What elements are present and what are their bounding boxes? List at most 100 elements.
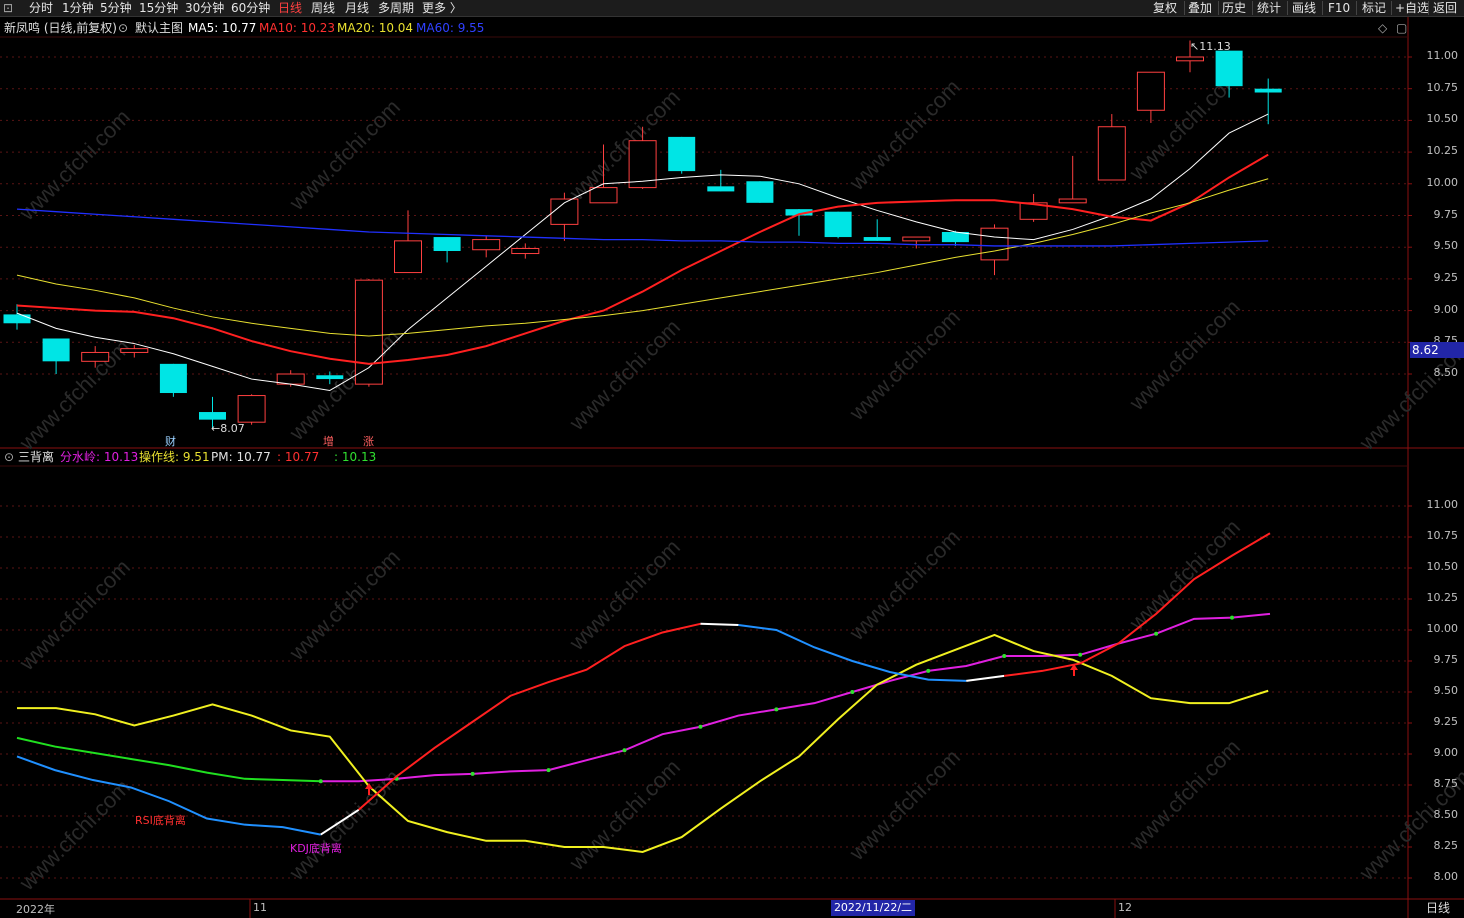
main-axis-tick-label: 10.50: [1426, 112, 1459, 126]
candle-down: [707, 186, 735, 192]
candle-up: [120, 348, 149, 353]
fenshuiling-dot: [850, 690, 855, 694]
candle-up: [237, 395, 266, 423]
sub-axis-tick-label: 9.50: [1433, 684, 1459, 697]
sub-axis-tick-label: 9.75: [1433, 653, 1459, 666]
template-dropdown-icon[interactable]: ⊙: [118, 20, 128, 36]
candle-down: [316, 375, 344, 380]
main-axis-tick-label: 9.50: [1433, 239, 1459, 253]
fenshuiling-dot: [470, 771, 475, 776]
sub-axis-tick-label: 8.75: [1433, 777, 1459, 790]
candle-up: [394, 240, 422, 274]
watermark-text: www.cfchi.com: [14, 104, 135, 225]
fenshuiling-dot: [1154, 631, 1159, 636]
fenshuiling-dot: [926, 668, 931, 673]
low-marker: ←8.07: [211, 422, 245, 435]
ma60-label: MA60: 9.55: [416, 21, 485, 35]
candle-down: [433, 237, 461, 252]
watermark-text: www.cfchi.com: [564, 314, 685, 435]
candle-down: [668, 136, 696, 172]
fenshuiling-dot: [546, 768, 551, 773]
watermark-text: www.cfchi.com: [844, 74, 965, 195]
fenshuiling-dot: [774, 707, 779, 712]
watermark-text: www.cfchi.com: [14, 554, 135, 675]
pm2-label: : 10.77: [277, 450, 320, 464]
sub-axis-tick-label: 8.25: [1433, 839, 1459, 852]
kdj-divergence-label: KDJ底背离: [290, 842, 342, 855]
watermark-text: www.cfchi.com: [284, 764, 405, 885]
watermark-text: www.cfchi.com: [844, 744, 965, 865]
candle-up: [472, 239, 501, 251]
collapse-icon[interactable]: ⊙: [4, 449, 14, 465]
sub-axis-tick-label: 8.50: [1433, 808, 1459, 821]
candle-up: [589, 187, 618, 204]
sub-axis-tick-label: 10.50: [1426, 560, 1459, 573]
ma5-label: MA5: 10.77: [188, 21, 257, 35]
candle-up: [1176, 56, 1204, 62]
candle-up: [81, 351, 110, 362]
main-legend: 新凤鸣 (日线,前复权) ⊙ 默认主图 MA5: 10.77 MA10: 10.…: [4, 20, 524, 36]
watermark-text: www.cfchi.com: [284, 94, 405, 215]
candle-up: [354, 279, 383, 385]
main-axis-tick-label: 8.50: [1433, 366, 1459, 379]
candle-down: [159, 363, 187, 394]
event-tag-zhang[interactable]: 涨: [363, 433, 374, 449]
candle-up: [1058, 198, 1087, 204]
sub-axis-tick-label: 10.25: [1426, 591, 1459, 604]
fenshuiling-dot: [698, 724, 703, 729]
candle-down: [1254, 88, 1282, 93]
diamond-icon[interactable]: ◇: [1378, 21, 1387, 35]
candle-down: [199, 412, 226, 420]
fenshuiling-dot: [318, 779, 323, 784]
watermark-text: www.cfchi.com: [844, 524, 965, 645]
template-name[interactable]: 默认主图: [135, 20, 183, 36]
indicator-name[interactable]: 三背离: [18, 449, 54, 465]
candle-down: [746, 181, 774, 203]
event-tag-cai[interactable]: 财: [165, 433, 176, 449]
ma60-line: [16, 208, 1269, 247]
fenshuiling-line-green: [16, 736, 321, 783]
candle-down: [863, 237, 891, 241]
period-indicator[interactable]: 日线: [1413, 900, 1463, 917]
main-axis-tick-label: 9.75: [1433, 207, 1459, 221]
main-axis-tick-label: 10.00: [1426, 175, 1459, 189]
watermark-text: www.cfchi.com: [1124, 294, 1245, 415]
fenshuiling-dot: [1078, 652, 1083, 657]
candle-up: [1097, 126, 1126, 181]
sub-axis-tick-label: 10.00: [1426, 622, 1459, 635]
watermark-text: www.cfchi.com: [564, 534, 685, 655]
candle-down: [1215, 50, 1243, 87]
main-axis-tick-label: 10.75: [1426, 80, 1459, 94]
watermark-text: www.cfchi.com: [14, 774, 135, 895]
watermark-text: www.cfchi.com: [284, 544, 405, 665]
high-marker: ↖11.13: [1190, 40, 1231, 53]
x-label-nov: 11: [253, 901, 267, 914]
sub-axis-tick-label: 11.00: [1426, 498, 1459, 511]
pm-line: [700, 622, 739, 627]
x-label-year: 2022年: [16, 903, 55, 916]
candle-up: [980, 227, 1009, 261]
pm-label: PM: 10.77: [211, 450, 271, 464]
sub-axis-tick-label: 10.75: [1426, 529, 1459, 542]
x-label-dec: 12: [1118, 901, 1132, 914]
fenshuiling-dot: [1002, 654, 1007, 659]
cursor-date-tag: 2022/11/22/二: [831, 900, 915, 916]
main-axis-tick-label: 9.25: [1433, 270, 1459, 284]
pm-line: [966, 674, 1005, 682]
main-axis-tick-label: 9.00: [1433, 302, 1459, 316]
sub-axis-tick-label: 9.25: [1433, 715, 1459, 728]
fenshuiling-dot: [1230, 615, 1235, 620]
rsi-divergence-label: RSI底背离: [135, 814, 186, 827]
event-tag-zeng[interactable]: 增: [323, 433, 334, 449]
watermark-text: www.cfchi.com: [14, 334, 135, 455]
watermark-text: www.cfchi.com: [564, 84, 685, 205]
candle-down: [3, 314, 31, 324]
candle-up: [511, 247, 540, 255]
sub-axis-tick-label: 8.00: [1433, 870, 1459, 883]
candle-up: [902, 236, 931, 242]
candle-down: [824, 211, 852, 238]
low-value: 8.07: [220, 422, 245, 435]
high-value: 11.13: [1199, 40, 1231, 53]
settings-small-icon[interactable]: ▢: [1396, 21, 1407, 35]
sub-legend: ⊙ 三背离 分水岭: 10.13 操作线: 9.51 PM: 10.77 : 1…: [4, 449, 424, 465]
